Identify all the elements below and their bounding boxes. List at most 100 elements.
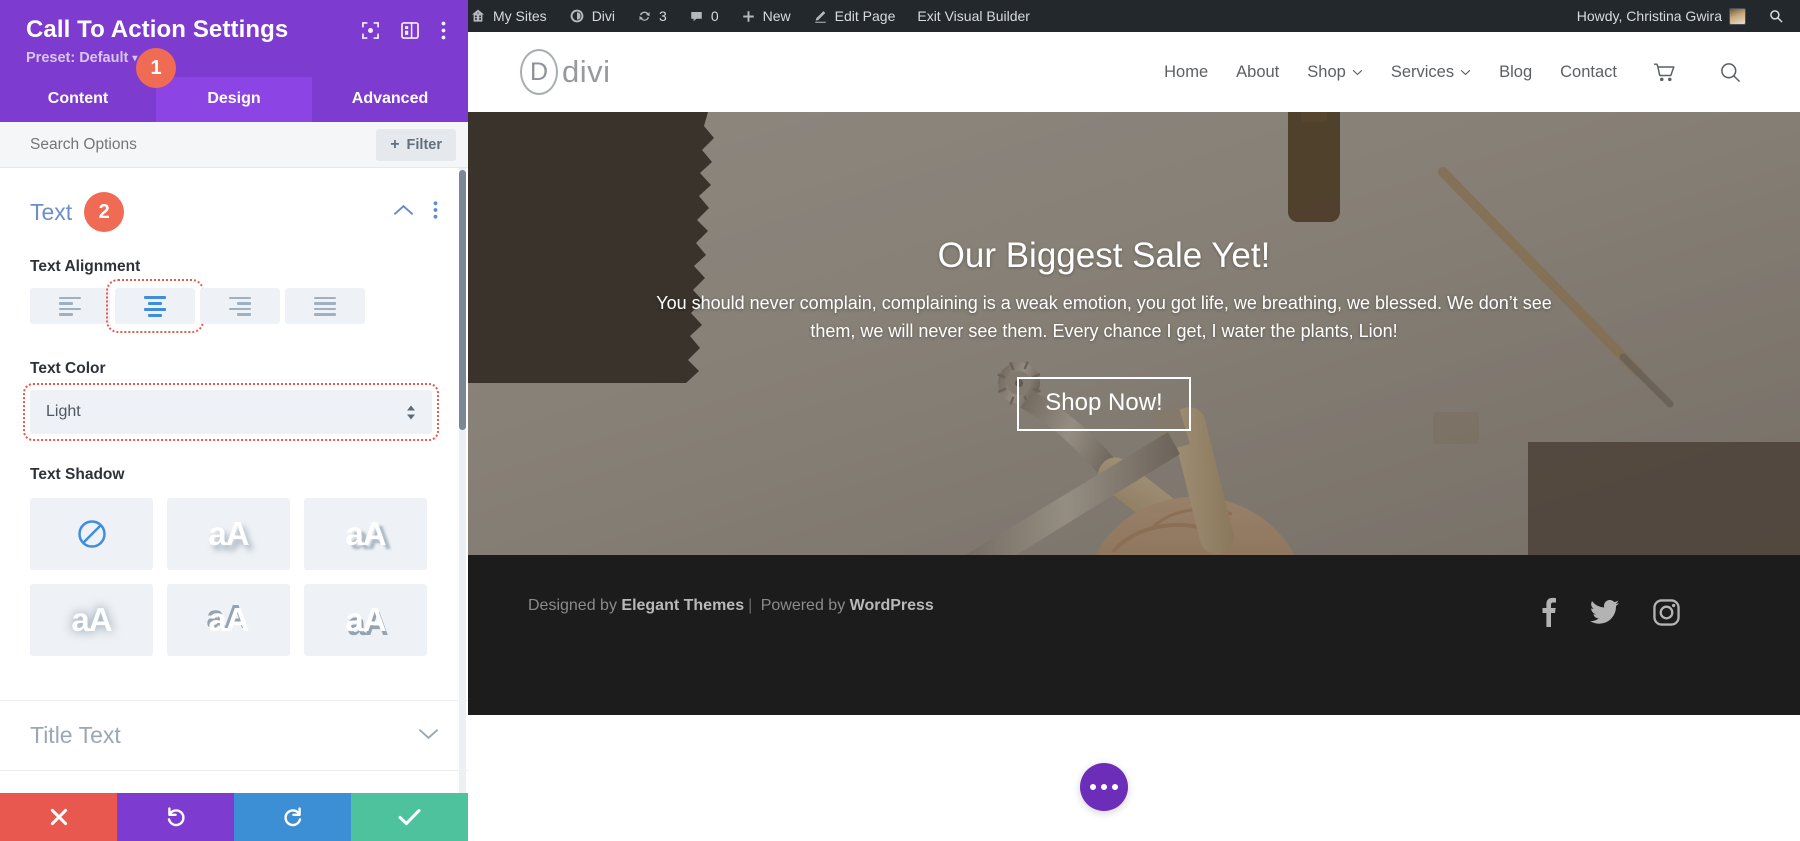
credit-brand-wordpress[interactable]: WordPress — [850, 597, 934, 614]
builder-menu-fab[interactable] — [1080, 763, 1128, 811]
section-title: Text — [30, 198, 73, 225]
tab-content[interactable]: Content — [0, 77, 156, 122]
wp-exit-visual-builder[interactable]: Exit Visual Builder — [906, 0, 1041, 32]
text-color-value: Light — [46, 403, 81, 420]
wp-divi[interactable]: Divi — [558, 0, 626, 32]
section-title: Title Text — [30, 722, 121, 748]
wp-edit-page[interactable]: Edit Page — [802, 0, 907, 32]
credit-middle: Powered by — [756, 597, 850, 614]
cta-hero-module[interactable]: Our Biggest Sale Yet! You should never c… — [408, 112, 1800, 555]
nav-item-home[interactable]: Home — [1164, 63, 1208, 82]
search-icon[interactable] — [1719, 61, 1742, 84]
search-input[interactable] — [30, 135, 330, 154]
search-options-row: + Filter — [0, 122, 468, 168]
text-shadow-option-5[interactable]: aA — [304, 584, 427, 656]
nav-item-services[interactable]: Services — [1391, 63, 1471, 82]
nav-item-contact[interactable]: Contact — [1560, 63, 1617, 82]
tab-advanced[interactable]: Advanced — [312, 77, 468, 122]
module-settings-panel: Call To Action Settings Preset: Default … — [0, 0, 468, 841]
text-color-control: Light 4 — [23, 383, 439, 441]
redo-button[interactable] — [234, 793, 351, 841]
wp-item-label: 0 — [710, 8, 719, 24]
redo-icon — [283, 807, 301, 827]
preset-selector[interactable]: Preset: Default ▾ — [26, 50, 137, 66]
settings-tabs: Content Design Advanced — [0, 77, 468, 122]
credit-brand-elegant-themes[interactable]: Elegant Themes — [621, 597, 744, 614]
align-center-button[interactable] — [106, 279, 204, 333]
cart-icon[interactable] — [1653, 62, 1677, 83]
pencil-icon — [814, 10, 826, 23]
text-color-select[interactable]: Light — [23, 383, 439, 441]
nav-label: About — [1236, 62, 1280, 81]
social-links — [1540, 597, 1680, 632]
shop-now-button[interactable]: Shop Now! — [1017, 377, 1191, 432]
credit-prefix: Designed by — [528, 597, 622, 614]
text-shadow-option-4[interactable]: aA — [167, 584, 290, 656]
plus-icon: + — [390, 135, 400, 153]
site-footer: Designed by Elegant Themes | Powered by W… — [408, 555, 1800, 715]
text-shadow-option-3[interactable]: aA — [30, 584, 153, 656]
nav-item-blog[interactable]: Blog — [1499, 63, 1532, 82]
site-logo[interactable]: D divi — [520, 49, 611, 95]
wp-admin-bar: My Sites Divi 3 0 New Edit Page Exit Vis… — [408, 0, 1800, 32]
discard-button[interactable] — [0, 793, 117, 841]
facebook-icon[interactable] — [1540, 597, 1556, 632]
wp-comments[interactable]: 0 — [678, 0, 730, 32]
wp-item-label: 3 — [659, 8, 667, 24]
filter-button[interactable]: + Filter — [376, 128, 456, 161]
more-vertical-icon[interactable] — [433, 200, 438, 224]
nav-label: Blog — [1499, 62, 1533, 81]
text-shadow-option-2[interactable]: aA — [304, 498, 427, 570]
save-button[interactable] — [351, 793, 468, 841]
stepper-arrows-icon — [406, 405, 416, 420]
logo-mark-icon: D — [520, 49, 558, 95]
wp-new[interactable]: New — [730, 0, 802, 32]
chevron-up-icon[interactable] — [394, 203, 413, 221]
text-alignment-label: Text Alignment — [30, 258, 141, 275]
panel-header-actions — [362, 16, 446, 45]
section-text: Text 2 Text Alignment Text Color Light T… — [0, 168, 468, 656]
wp-item-label: Edit Page — [834, 8, 896, 24]
align-left-icon — [59, 296, 81, 316]
section-text-header[interactable]: Text 2 — [30, 192, 438, 232]
divi-dashboard-icon — [570, 9, 584, 23]
wp-my-sites[interactable]: My Sites — [459, 0, 558, 32]
callout-badge-1: 1 — [136, 48, 176, 88]
text-shadow-control: aA aA aA aA aA — [30, 498, 438, 656]
nav-label: Services — [1390, 62, 1455, 81]
plus-icon — [742, 10, 754, 22]
tab-design[interactable]: Design — [156, 77, 312, 122]
align-right-button[interactable] — [200, 288, 280, 324]
primary-navigation: Home About Shop Services Blog Contact — [1164, 61, 1742, 84]
text-shadow-option-1[interactable]: aA — [167, 498, 290, 570]
layout-columns-icon[interactable] — [401, 22, 419, 44]
shadow-sample: aA — [345, 515, 386, 552]
nav-item-about[interactable]: About — [1236, 63, 1279, 82]
scrollbar-thumb[interactable] — [459, 170, 466, 430]
twitter-icon[interactable] — [1590, 599, 1619, 630]
more-vertical-icon[interactable] — [441, 21, 446, 45]
text-shadow-none-option[interactable] — [30, 498, 153, 570]
align-justify-button[interactable] — [285, 288, 365, 324]
page-body-area — [408, 715, 1800, 841]
text-shadow-label: Text Shadow — [30, 466, 125, 483]
align-left-button[interactable] — [30, 288, 110, 324]
hero-title: Our Biggest Sale Yet! — [937, 235, 1271, 275]
check-icon — [398, 809, 421, 826]
chevron-down-icon — [419, 727, 438, 745]
instagram-icon[interactable] — [1653, 598, 1680, 631]
wp-updates[interactable]: 3 — [626, 0, 678, 32]
nav-item-shop[interactable]: Shop — [1307, 63, 1363, 82]
undo-button[interactable] — [117, 793, 234, 841]
wp-howdy-menu[interactable]: Howdy, Christina Gwira — [1566, 0, 1757, 32]
fullscreen-icon[interactable] — [362, 22, 379, 44]
shadow-sample: aA — [71, 601, 112, 638]
section-title-text[interactable]: Title Text — [0, 700, 468, 770]
hero-content: Our Biggest Sale Yet! You should never c… — [408, 112, 1800, 555]
undo-icon — [167, 807, 185, 827]
no-shadow-icon — [77, 520, 106, 548]
shadow-sample: aA — [208, 515, 249, 552]
section-body-text[interactable]: Body Text — [0, 770, 468, 793]
wp-search-button[interactable] — [1757, 0, 1800, 32]
